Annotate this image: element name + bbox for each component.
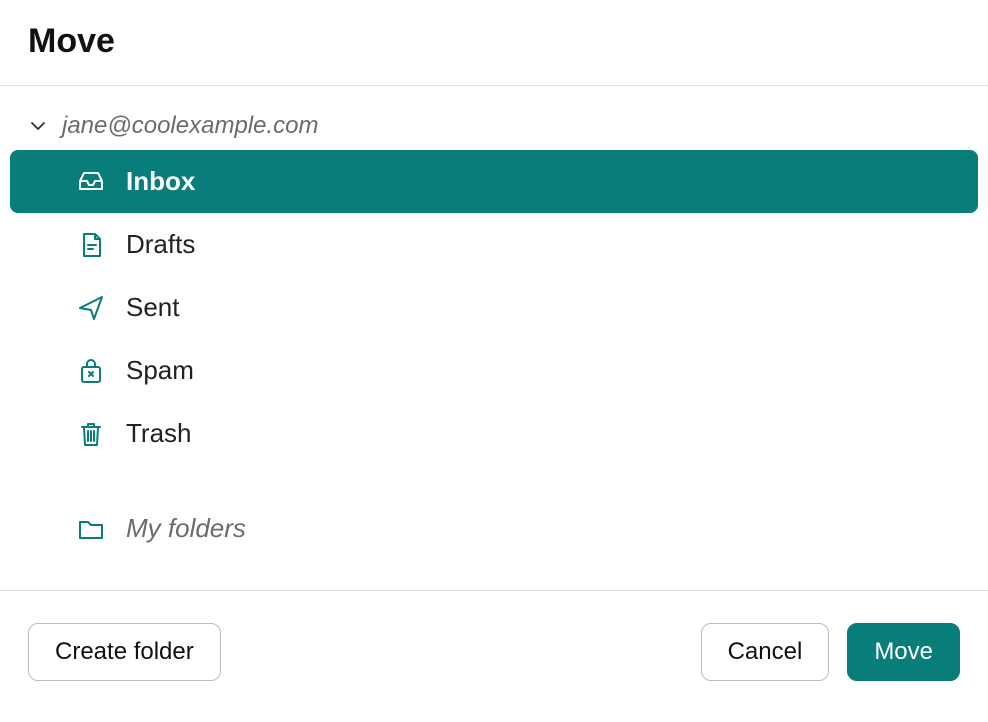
spacer [10,465,978,497]
folder-label: Inbox [126,166,195,197]
trash-icon [76,419,106,449]
spam-icon [76,356,106,386]
folder-item-my-folders[interactable]: My folders [10,497,978,560]
folder-item-sent[interactable]: Sent [10,276,978,339]
sent-icon [76,293,106,323]
drafts-icon [76,230,106,260]
dialog-body: jane@coolexample.com Inbox Drafts Sent [0,86,988,590]
folder-item-spam[interactable]: Spam [10,339,978,402]
my-folders-label: My folders [126,513,246,544]
folder-label: Spam [126,355,194,386]
move-button[interactable]: Move [847,623,960,681]
folder-list: Inbox Drafts Sent Spam [10,150,978,560]
dialog-title: Move [28,22,960,61]
chevron-down-icon [28,116,48,136]
account-label: jane@coolexample.com [62,112,319,140]
account-toggle[interactable]: jane@coolexample.com [10,104,978,150]
create-folder-button[interactable]: Create folder [28,623,221,681]
dialog-footer: Create folder Cancel Move [0,591,988,701]
folder-item-inbox[interactable]: Inbox [10,150,978,213]
folder-item-drafts[interactable]: Drafts [10,213,978,276]
inbox-icon [76,167,106,197]
folder-item-trash[interactable]: Trash [10,402,978,465]
footer-actions: Cancel Move [701,623,960,681]
folder-label: Sent [126,292,180,323]
move-dialog: Move jane@coolexample.com Inbox Drafts [0,0,988,701]
dialog-header: Move [0,0,988,85]
folder-label: Drafts [126,229,195,260]
folder-icon [76,514,106,544]
cancel-button[interactable]: Cancel [701,623,830,681]
folder-label: Trash [126,418,192,449]
